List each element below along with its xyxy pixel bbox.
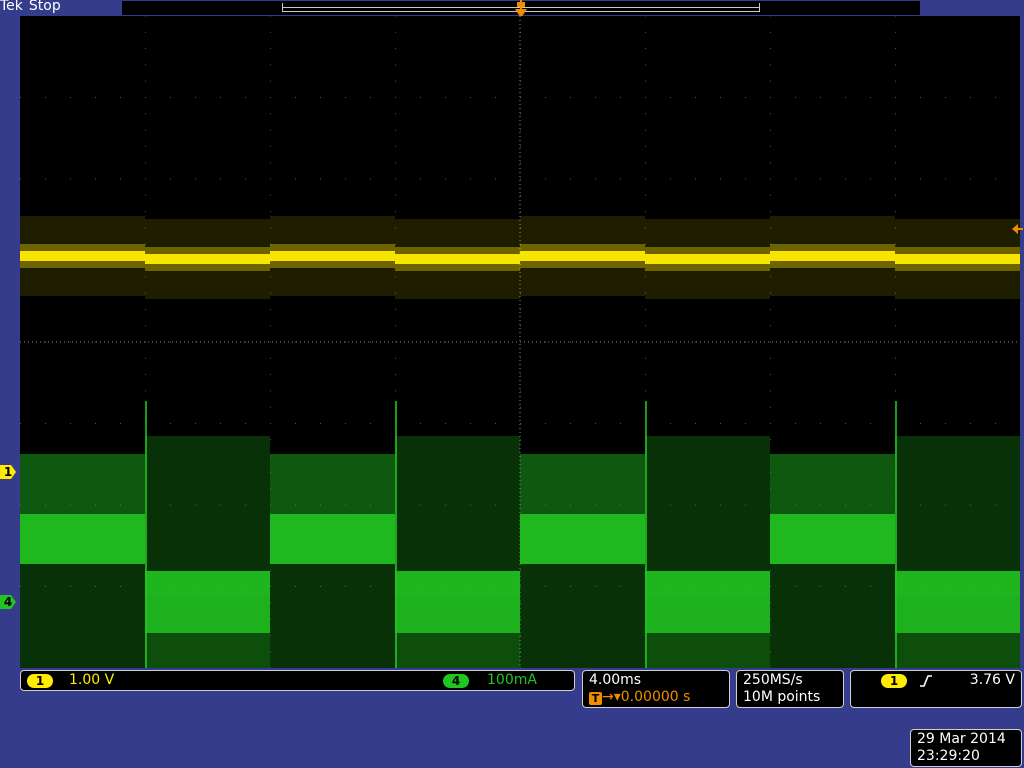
ch4-trace [20,514,145,564]
trigger-delay-value: 0.00000 s [620,689,691,705]
ch4-trace [770,514,895,564]
waveform-graticule [20,16,1020,668]
ch4-trace-lower [145,633,270,668]
ch1-trace [520,251,645,261]
trigger-t-icon: T [589,692,602,705]
vertical-settings-panel[interactable]: 1 1.00 V 4 100mA [20,670,575,691]
trigger-level-arrow-icon[interactable] [1010,223,1024,235]
record-length-readout: 10M points [743,689,821,705]
timebase-readout: 4.00ms [589,672,642,688]
ch4-trace [520,514,645,564]
ch4-trace [895,571,1020,633]
rising-edge-icon[interactable] [919,674,933,688]
ch4-badge[interactable]: 4 [443,674,469,688]
ch1-trace [770,251,895,261]
trigger-delay-readout: T →▾0.00000 s [589,689,690,705]
top-status-bar: Tek Stop [0,0,1024,18]
ch1-scale[interactable]: 1.00 V [69,672,114,688]
sample-rate-readout: 250MS/s [743,672,803,688]
delay-arrow-icon: →▾ [602,689,621,705]
trigger-source-badge[interactable]: 1 [881,674,907,688]
ch4-trace-lower [20,564,145,668]
acquisition-status: Tek Stop [0,0,61,14]
ch4-trace [270,514,395,564]
date-readout: 29 Mar 2014 [917,731,1006,747]
run-state-label[interactable]: Stop [29,0,61,14]
ch1-ground-marker[interactable]: 1 [0,464,16,480]
trigger-settings-panel[interactable]: 1 3.76 V [850,670,1022,708]
trigger-level-readout[interactable]: 3.76 V [970,672,1015,688]
horizontal-settings-panel[interactable]: 4.00ms T →▾0.00000 s [582,670,730,708]
ch1-trace [145,254,270,264]
ch4-trace [395,571,520,633]
ch4-trace-lower [645,633,770,668]
acquisition-settings-panel[interactable]: 250MS/s 10M points [736,670,844,708]
brand-logo: Tek [0,0,23,14]
ch1-trace [645,254,770,264]
waveform-display[interactable] [20,16,1020,668]
time-readout: 23:29:20 [917,748,980,764]
ch1-trace [270,251,395,261]
ch1-badge[interactable]: 1 [27,674,53,688]
ch1-trace [895,254,1020,264]
ch4-trace-lower [895,633,1020,668]
ch4-scale[interactable]: 100mA [487,672,537,688]
datetime-panel: 29 Mar 2014 23:29:20 [910,729,1022,767]
ch4-ground-marker[interactable]: 4 [0,594,16,610]
ch4-trace-lower [395,633,520,668]
ch4-trace-lower [520,564,645,668]
ch4-trace [645,571,770,633]
ch1-trace [20,251,145,261]
ch1-trace [395,254,520,264]
ch4-trace [145,571,270,633]
ch4-trace-lower [770,564,895,668]
ch4-trace-lower [270,564,395,668]
